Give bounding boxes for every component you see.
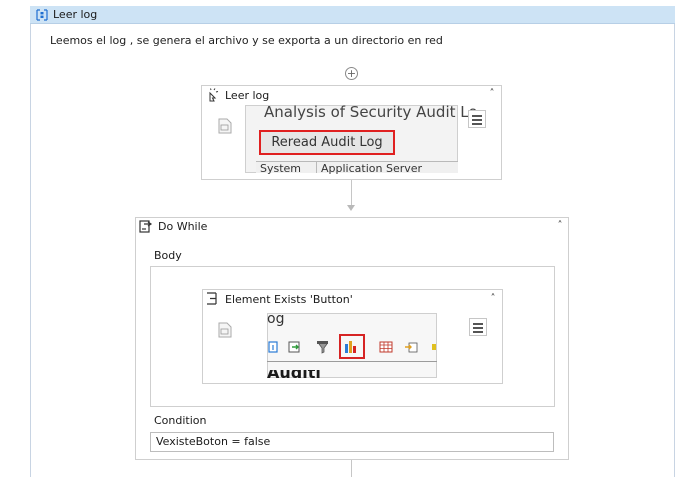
element-exists-title: Element Exists 'Button' (225, 293, 353, 306)
double-chevron-up-icon[interactable]: ˄ (486, 88, 498, 100)
leer-log-title: Leer log (225, 89, 270, 102)
document-icon[interactable] (218, 118, 232, 134)
reread-audit-log-button: Reread Audit Log (259, 130, 395, 155)
highlighted-chart-button (339, 334, 365, 359)
screenshot-divider (267, 361, 437, 362)
screenshot-bold-text: Auditl (267, 370, 347, 378)
click-icon (209, 88, 219, 102)
screenshot-title: Analysis of Security Audit Lo (264, 103, 478, 121)
body-label: Body (154, 249, 182, 262)
column-system: System (260, 162, 302, 175)
bold-text-fragment: Auditl (267, 370, 321, 378)
do-while-title: Do While (158, 220, 208, 233)
condition-input[interactable]: VexisteBoton = false (150, 432, 554, 452)
document-icon[interactable] (218, 322, 232, 338)
connector-arrow-icon (347, 205, 355, 211)
column-application-server: Application Server (321, 162, 423, 175)
loop-icon (139, 220, 153, 233)
toolbar-export-icon (288, 341, 300, 353)
plus-circle-icon[interactable]: + (345, 67, 358, 80)
column-divider (316, 161, 317, 173)
sequence-description: Leemos el log , se genera el archivo y s… (50, 34, 443, 47)
sequence-title: Leer log (53, 8, 98, 21)
double-chevron-up-icon[interactable]: ˄ (554, 220, 566, 232)
connector-line (351, 180, 352, 208)
toolbar-filter-icon (317, 341, 328, 354)
hamburger-icon[interactable] (469, 318, 487, 336)
sequence-header[interactable] (30, 6, 675, 24)
double-chevron-up-icon[interactable]: ˄ (487, 293, 499, 305)
condition-label: Condition (154, 414, 207, 427)
toolbar-move-icon (405, 342, 418, 353)
hamburger-icon[interactable] (468, 110, 486, 128)
element-exists-icon (207, 292, 217, 305)
sequence-icon (36, 9, 48, 21)
toolbar-partial-icon (432, 344, 436, 350)
toolbar-table-icon (268, 341, 278, 353)
screenshot-fragment-text: og (267, 311, 285, 327)
toolbar-grid-icon (379, 341, 393, 353)
connector-line (351, 460, 352, 477)
